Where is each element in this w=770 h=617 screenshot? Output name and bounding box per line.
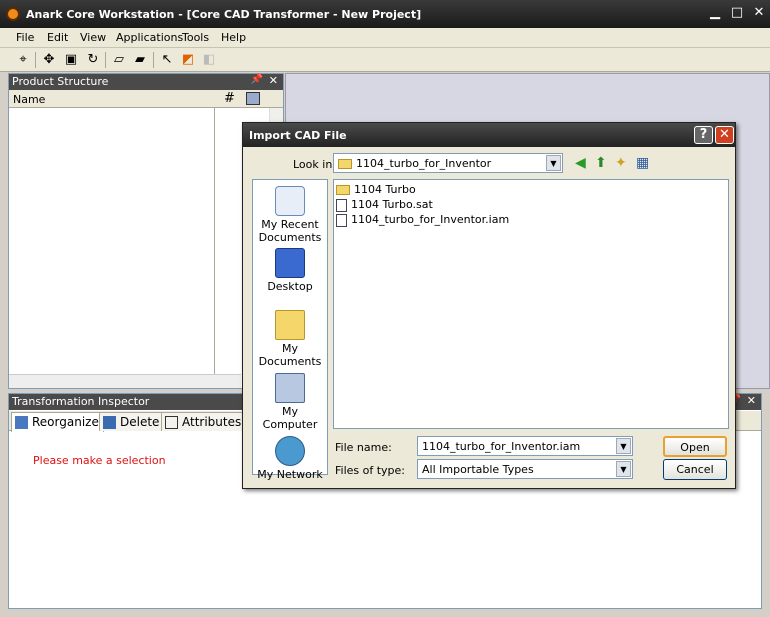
select-arrow-icon[interactable]: ↖ xyxy=(158,51,176,69)
look-in-select[interactable]: 1104_turbo_for_Inventor ▼ xyxy=(333,153,563,173)
tab-reorganize-label: Reorganize xyxy=(32,415,99,429)
reorganize-icon xyxy=(15,416,28,429)
maximize-button[interactable]: □ xyxy=(728,6,746,22)
file-list[interactable]: 1104 Turbo 1104 Turbo.sat 1104_turbo_for… xyxy=(333,179,729,429)
tab-attributes-label: Attributes xyxy=(182,415,242,429)
desktop-icon xyxy=(275,248,305,278)
my-network-icon xyxy=(275,436,305,466)
file-type-select[interactable]: All Importable Types ▼ xyxy=(417,459,633,479)
delete-icon xyxy=(103,416,116,429)
toolbar: ⌖ ✥ ▣ ↻ ▱ ▰ ↖ ◩ ◧ xyxy=(0,48,770,72)
app-icon xyxy=(6,7,20,21)
close-button[interactable]: ✕ xyxy=(750,6,768,22)
place-my-network[interactable]: My Network xyxy=(253,436,327,481)
import-dialog: Import CAD File ? ✕ Look in: 1104_turbo_… xyxy=(242,122,736,489)
menu-bar: File Edit View Applications Tools Help xyxy=(0,28,770,48)
place-my-computer[interactable]: My Computer xyxy=(253,373,327,431)
menu-help[interactable]: Help xyxy=(221,31,246,44)
recent-documents-icon xyxy=(275,186,305,216)
window-title: Anark Core Workstation - [Core CAD Trans… xyxy=(26,8,422,21)
open-button[interactable]: Open xyxy=(663,436,727,457)
place-my-documents[interactable]: My Documents xyxy=(253,310,327,368)
pan-icon[interactable]: ✥ xyxy=(40,51,58,69)
chevron-down-icon[interactable]: ▼ xyxy=(616,461,631,477)
file-icon xyxy=(336,213,347,227)
chevron-down-icon[interactable]: ▼ xyxy=(616,438,631,454)
disabled-tool-icon: ◧ xyxy=(202,52,216,67)
menu-view[interactable]: View xyxy=(80,31,106,44)
chevron-down-icon[interactable]: ▼ xyxy=(546,155,561,171)
look-in-label: Look in: xyxy=(293,158,336,171)
select-part-icon[interactable]: ◩ xyxy=(179,51,197,69)
box-view-icon[interactable]: ▱ xyxy=(110,51,128,69)
place-desktop-label: Desktop xyxy=(267,280,313,293)
dialog-title: Import CAD File xyxy=(249,129,347,142)
fit-view-icon[interactable]: ⌖ xyxy=(14,51,32,69)
file-icon xyxy=(336,198,347,212)
dialog-title-bar: Import CAD File ? ✕ xyxy=(243,123,735,147)
place-my-computer-label: My Computer xyxy=(262,405,318,431)
inspector-title: Transformation Inspector xyxy=(12,395,150,408)
cancel-button[interactable]: Cancel xyxy=(663,459,727,480)
look-in-value: 1104_turbo_for_Inventor xyxy=(356,157,492,170)
my-computer-icon xyxy=(275,373,305,403)
product-structure-title: Product Structure xyxy=(12,75,109,88)
column-header: Name # xyxy=(9,90,283,108)
column-name[interactable]: Name xyxy=(13,93,45,106)
menu-applications[interactable]: Applications xyxy=(116,31,183,44)
zoom-icon[interactable]: ▣ xyxy=(62,51,80,69)
tab-delete-label: Delete xyxy=(120,415,160,429)
attributes-icon xyxy=(165,416,178,429)
close-panel-icon[interactable]: ✕ xyxy=(747,394,756,407)
place-my-documents-label: My Documents xyxy=(258,342,322,368)
new-folder-icon[interactable]: ✦ xyxy=(615,155,627,171)
file-name-label: File name: xyxy=(335,441,392,454)
help-button[interactable]: ? xyxy=(694,126,713,144)
product-structure-header: Product Structure 📌 ✕ xyxy=(9,74,283,90)
menu-file[interactable]: File xyxy=(16,31,34,44)
place-my-network-label: My Network xyxy=(257,468,323,481)
rotate-icon[interactable]: ↻ xyxy=(84,51,102,69)
selection-message: Please make a selection xyxy=(33,454,166,467)
place-desktop[interactable]: Desktop xyxy=(253,248,327,293)
list-item[interactable]: 1104 Turbo xyxy=(336,183,416,196)
close-panel-icon[interactable]: ✕ xyxy=(269,74,278,87)
horizontal-scrollbar[interactable] xyxy=(9,374,241,388)
place-recent-label: My Recent Documents xyxy=(258,218,322,244)
file-name-value: 1104_turbo_for_Inventor.iam xyxy=(422,440,581,453)
file-name-field[interactable]: 1104_turbo_for_Inventor.iam ▼ xyxy=(417,436,633,456)
structure-icon[interactable] xyxy=(246,92,260,105)
up-folder-icon[interactable]: ⬆ xyxy=(595,155,607,171)
list-item[interactable]: 1104_turbo_for_Inventor.iam xyxy=(336,213,509,227)
tab-attributes[interactable]: Attributes xyxy=(161,412,247,431)
menu-tools[interactable]: Tools xyxy=(182,31,209,44)
place-recent[interactable]: My Recent Documents xyxy=(253,186,327,244)
menu-edit[interactable]: Edit xyxy=(47,31,68,44)
minimize-button[interactable]: ▁ xyxy=(706,6,724,22)
tab-reorganize[interactable]: Reorganize xyxy=(11,412,104,432)
folder-icon xyxy=(338,159,352,169)
folder-icon xyxy=(336,185,350,195)
dialog-close-button[interactable]: ✕ xyxy=(715,126,734,144)
file-type-label: Files of type: xyxy=(335,464,406,477)
title-bar: Anark Core Workstation - [Core CAD Trans… xyxy=(0,0,770,28)
pin-icon[interactable]: 📌 xyxy=(251,74,263,85)
back-icon[interactable]: ◀ xyxy=(575,155,586,171)
list-item[interactable]: 1104 Turbo.sat xyxy=(336,198,433,212)
tab-delete[interactable]: Delete xyxy=(99,412,165,431)
column-hash[interactable]: # xyxy=(224,91,235,106)
places-bar: My Recent Documents Desktop My Documents… xyxy=(252,179,328,481)
file-type-value: All Importable Types xyxy=(422,463,534,476)
my-documents-icon xyxy=(275,310,305,340)
views-menu-icon[interactable]: ▦ xyxy=(636,155,649,171)
shaded-view-icon[interactable]: ▰ xyxy=(131,51,149,69)
